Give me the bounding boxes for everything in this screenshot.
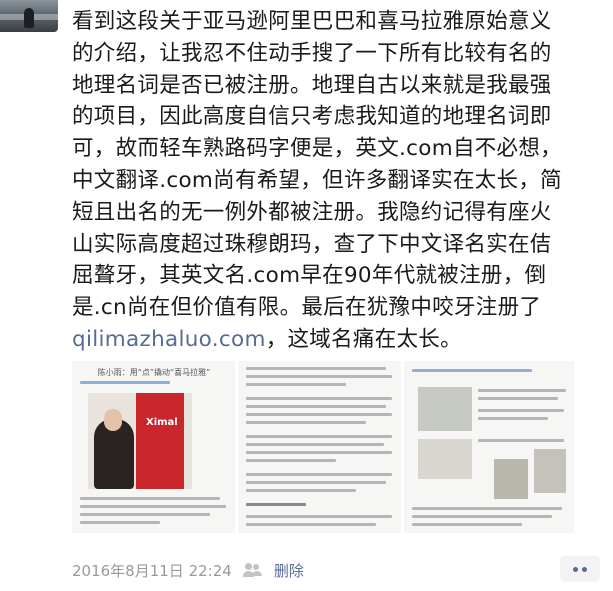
avatar-figure: [24, 8, 34, 28]
post-tail: ，这域名痛在太长。: [265, 326, 462, 352]
article-photo-face: [104, 409, 122, 431]
article-text-line: [246, 451, 392, 454]
article-photo-backdrop: [136, 393, 184, 489]
post-line: 的介绍，让我忍不住动手搜了一下所有比较有名的: [72, 40, 552, 66]
article-text-line: [412, 523, 522, 526]
article-text-line: [478, 417, 548, 420]
article-text-line: [80, 505, 226, 508]
ximalaya-logo: Ximal: [146, 417, 178, 428]
article-text-line: [246, 405, 386, 408]
avatar[interactable]: [0, 0, 58, 32]
article-image: [418, 387, 472, 431]
article-text-line: [478, 439, 564, 442]
visibility-users-icon: [242, 562, 264, 578]
article-text-line: [80, 521, 160, 524]
post-line: 山实际高度超过珠穆朗玛，查了下中文译名实在佶: [72, 231, 552, 257]
article-text-line: [246, 481, 386, 484]
image-thumbnail-3[interactable]: [404, 361, 574, 533]
more-actions-button[interactable]: [560, 556, 600, 582]
article-image: [418, 439, 472, 479]
article-text-line: [246, 459, 336, 462]
article-text-line: [246, 413, 392, 416]
article-text-line: [246, 489, 356, 492]
article-text-line: [246, 367, 386, 370]
post-line: 看到这段关于亚马逊阿里巴巴和喜马拉雅原始意义: [72, 9, 552, 34]
article-text-line: [478, 397, 558, 400]
post-line: 的项目，因此高度自信只考虑我知道的地理名词即: [72, 104, 552, 130]
article-text-line: [246, 435, 392, 438]
article-image: [494, 459, 528, 499]
article-text-line: [412, 515, 552, 518]
more-dot-icon: [573, 566, 578, 572]
domain-link[interactable]: qilimazhaluo.com: [72, 327, 266, 352]
post-line: 中文翻译.com尚有希望，但许多翻译实在太长，简: [72, 167, 562, 193]
post-meta: 2016年8月11日 22:24 删除: [72, 558, 304, 582]
article-subheading: [246, 503, 306, 506]
article-text-line: [478, 409, 564, 412]
article-text-line: [246, 473, 392, 476]
article-text-line: [246, 443, 384, 446]
post-line: 可，故而轻车熟路码字便是，英文.com自不必想，: [72, 136, 562, 162]
delete-link[interactable]: 删除: [274, 560, 304, 581]
image-grid: 陈小雨：用“点”撬动“喜马拉雅” Ximal: [72, 361, 574, 533]
more-dot-icon: [582, 566, 587, 572]
article-image: [534, 449, 566, 493]
article-text-line: [478, 389, 566, 392]
article-text-line: [246, 397, 392, 400]
post-timestamp: 2016年8月11日 22:24: [72, 561, 232, 580]
post-text: 看到这段关于亚马逊阿里巴巴和喜马拉雅原始意义 的介绍，让我忍不住动手搜了一下所有…: [72, 6, 602, 356]
article-text-line: [412, 507, 562, 510]
post-line: 地理名词是否已被注册。地理自古以来就是我最强: [72, 72, 552, 98]
article-meta-line: [80, 381, 170, 384]
article-text-line: [246, 383, 346, 386]
thumbnail-headline: 陈小雨：用“点”撬动“喜马拉雅”: [97, 368, 211, 377]
image-thumbnail-1[interactable]: 陈小雨：用“点”撬动“喜马拉雅” Ximal: [72, 361, 235, 533]
article-text-line: [246, 375, 392, 378]
article-text-line: [246, 523, 376, 526]
post-line: 是.cn尚在但价值有限。最后在犹豫中咬牙注册了: [72, 295, 542, 321]
article-meta-line: [412, 369, 532, 372]
article-text-line: [80, 513, 210, 516]
post-line: 屈聱牙，其英文名.com早在90年代就被注册，倒: [72, 263, 547, 289]
article-text-line: [80, 497, 220, 500]
image-thumbnail-2[interactable]: [238, 361, 401, 533]
post-last-line: qilimazhaluo.com，这域名痛在太长。: [72, 324, 602, 356]
article-text-line: [246, 421, 366, 424]
post-line: 短且出名的无一例外都被注册。我隐约记得有座火: [72, 199, 552, 225]
article-text-line: [246, 515, 392, 518]
